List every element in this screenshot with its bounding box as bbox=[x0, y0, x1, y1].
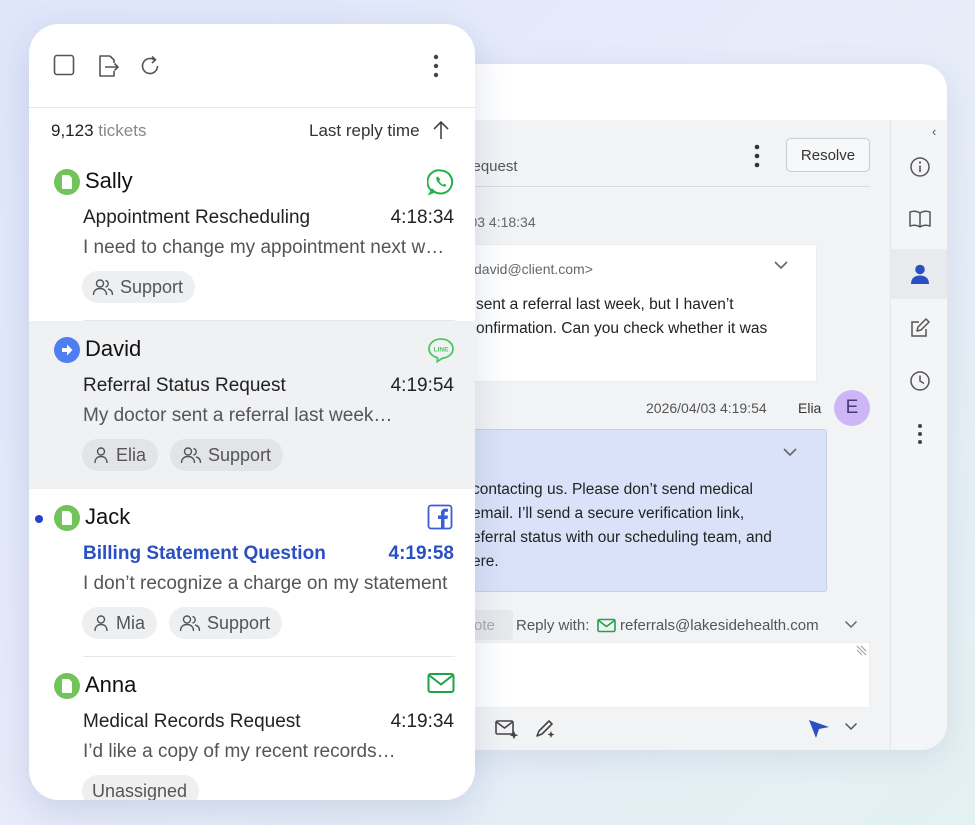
ticket-time: 4:19:58 bbox=[388, 543, 455, 564]
email-icon bbox=[597, 618, 616, 633]
select-all-checkbox-icon[interactable] bbox=[53, 54, 75, 76]
message-line: onfirmation. Can you check whether it wa… bbox=[476, 320, 768, 337]
resolve-button[interactable]: Resolve bbox=[786, 138, 870, 172]
assignee-tag[interactable]: Mia bbox=[82, 607, 158, 639]
export-icon[interactable] bbox=[96, 54, 120, 78]
ticket-count-value: 9,123 bbox=[51, 121, 94, 140]
more-icon[interactable] bbox=[891, 409, 947, 459]
expand-chevron-icon[interactable] bbox=[782, 447, 798, 457]
ticket-tags: Unassigned bbox=[82, 775, 200, 801]
clock-icon[interactable] bbox=[891, 356, 947, 406]
tag-label: Support bbox=[208, 444, 272, 465]
tag-label: Unassigned bbox=[92, 780, 188, 801]
group-icon bbox=[92, 279, 114, 296]
conversation-panel: s Request Resolve 04/03 4:18:34 david@cl… bbox=[420, 64, 947, 750]
tag-label: Mia bbox=[116, 612, 146, 633]
document-icon bbox=[54, 673, 80, 699]
conversation-more-icon[interactable] bbox=[747, 142, 767, 170]
refresh-icon[interactable] bbox=[138, 54, 162, 78]
ai-email-icon[interactable] bbox=[494, 718, 520, 740]
ticket-tags: Support bbox=[82, 271, 196, 303]
send-icon[interactable] bbox=[807, 718, 831, 740]
tag-label: Elia bbox=[116, 444, 147, 465]
svg-text:LINE: LINE bbox=[434, 347, 449, 354]
agent-avatar: E bbox=[834, 390, 870, 426]
ticket-count: 9,123 tickets bbox=[51, 121, 146, 141]
book-icon[interactable] bbox=[891, 194, 947, 244]
ticket-list-toolbar bbox=[29, 24, 475, 108]
ticket-time: 4:19:54 bbox=[390, 375, 454, 396]
customer-message-body: sent a referral last week, but I haven’t… bbox=[476, 293, 816, 341]
sort-dropdown[interactable]: Last reply time bbox=[309, 121, 420, 141]
message-line: contacting us. Please don’t send medical bbox=[472, 481, 753, 498]
ticket-customer-name: David bbox=[85, 336, 142, 361]
resize-handle-icon[interactable] bbox=[856, 644, 868, 656]
ticket-subject: Billing Statement Question bbox=[83, 543, 326, 564]
unassigned-tag[interactable]: Unassigned bbox=[82, 775, 200, 801]
ticket-time: 4:19:34 bbox=[390, 711, 454, 732]
reply-timestamp: 2026/04/03 4:19:54 bbox=[646, 400, 767, 416]
person-icon bbox=[94, 615, 108, 632]
group-icon bbox=[180, 447, 202, 464]
header-divider bbox=[420, 186, 870, 187]
tag-label: Support bbox=[207, 612, 271, 633]
send-options-chevron-icon[interactable] bbox=[844, 722, 858, 731]
reply-composer-input[interactable] bbox=[420, 642, 870, 708]
ticket-row-selected[interactable]: David LINE Referral Status Request 4:19:… bbox=[29, 321, 475, 489]
facebook-icon bbox=[427, 504, 453, 530]
edit-icon[interactable] bbox=[891, 303, 947, 353]
ticket-count-suffix: tickets bbox=[98, 121, 147, 140]
email-icon bbox=[427, 673, 455, 693]
ticket-row[interactable]: Anna Medical Records Request 4:19:34 I’d… bbox=[29, 657, 475, 800]
expand-chevron-icon[interactable] bbox=[773, 260, 789, 270]
message-line: email. I’ll send a secure verification l… bbox=[472, 505, 745, 522]
ticket-customer-name: Sally bbox=[85, 168, 133, 193]
sort-direction-arrow-up-icon[interactable] bbox=[432, 120, 450, 140]
reply-with-label: Reply with: bbox=[516, 617, 590, 634]
ticket-customer-name: Jack bbox=[85, 504, 131, 529]
ticket-list-panel: 9,123 tickets Last reply time Sally Appo… bbox=[29, 24, 475, 800]
ticket-customer-name: Anna bbox=[85, 672, 137, 697]
team-tag[interactable]: Support bbox=[169, 607, 283, 639]
document-icon bbox=[54, 169, 80, 195]
assignee-tag[interactable]: Elia bbox=[82, 439, 159, 471]
more-icon[interactable] bbox=[431, 54, 441, 78]
ticket-subject: Medical Records Request bbox=[83, 711, 301, 732]
collapse-chevron-icon[interactable]: ‹ bbox=[932, 124, 936, 139]
reply-from-email[interactable]: referrals@lakesidehealth.com bbox=[620, 617, 819, 634]
ticket-preview: I need to change my appointment next wee… bbox=[83, 237, 453, 258]
ticket-preview: I’d like a copy of my recent records… bbox=[83, 741, 396, 762]
arrow-right-icon bbox=[54, 337, 80, 363]
message-line: eferral status with our scheduling team,… bbox=[472, 529, 772, 546]
ai-pen-icon[interactable] bbox=[533, 718, 557, 740]
ticket-preview: I don’t recognize a charge on my stateme… bbox=[83, 573, 448, 594]
ticket-subject: Appointment Rescheduling bbox=[83, 207, 311, 228]
ticket-tags: Mia Support bbox=[82, 607, 283, 639]
ticket-row-unread[interactable]: Jack Billing Statement Question 4:19:58 … bbox=[29, 489, 475, 657]
unread-indicator bbox=[35, 515, 43, 523]
info-icon[interactable] bbox=[891, 142, 947, 192]
message-line: sent a referral last week, but I haven’t bbox=[476, 296, 734, 313]
side-rail: ‹ bbox=[890, 120, 947, 750]
message-sender-email: david@client.com> bbox=[474, 261, 593, 277]
ticket-tags: Elia Support bbox=[82, 439, 284, 471]
person-icon[interactable] bbox=[891, 249, 947, 299]
tag-label: Support bbox=[120, 276, 184, 297]
person-icon bbox=[94, 447, 108, 464]
agent-reply-body: contacting us. Please don’t send medical… bbox=[472, 478, 812, 574]
ticket-row[interactable]: Sally Appointment Rescheduling 4:18:34 I… bbox=[29, 153, 475, 321]
ticket-preview: My doctor sent a referral last week… bbox=[83, 405, 393, 426]
team-tag[interactable]: Support bbox=[82, 271, 196, 303]
ticket-time: 4:18:34 bbox=[390, 207, 454, 228]
whatsapp-icon bbox=[427, 169, 454, 196]
group-icon bbox=[179, 615, 201, 632]
document-icon bbox=[54, 505, 80, 531]
team-tag[interactable]: Support bbox=[170, 439, 284, 471]
reply-author: Elia bbox=[798, 400, 822, 416]
ticket-subject: Referral Status Request bbox=[83, 375, 286, 396]
chevron-down-icon[interactable] bbox=[844, 620, 858, 629]
line-icon: LINE bbox=[428, 338, 454, 364]
message-line: ere. bbox=[472, 553, 499, 570]
